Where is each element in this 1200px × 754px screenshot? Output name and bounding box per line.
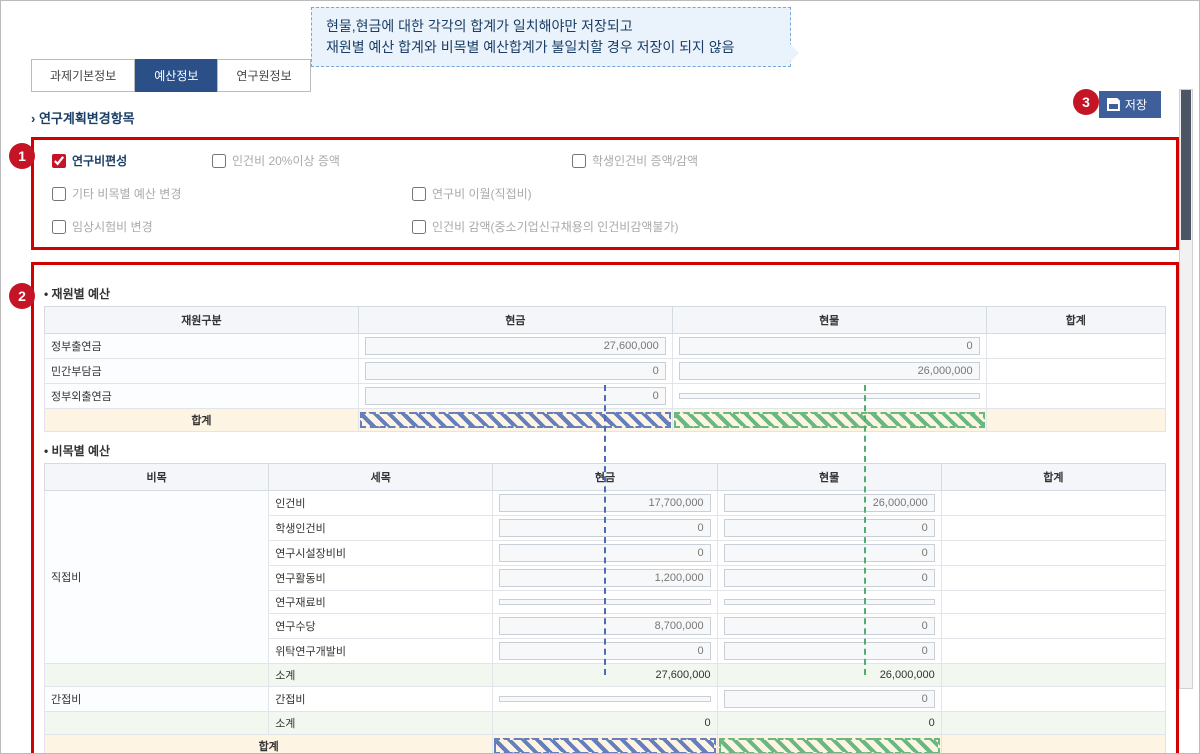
check-other-item-change[interactable]: 기타 비목별 예산 변경	[52, 185, 352, 202]
col-category: 비목	[45, 464, 269, 491]
callout-1: 1	[9, 143, 35, 169]
check-budget-org-input[interactable]	[52, 154, 66, 168]
table-row: 민간부담금 0 26,000,000	[45, 359, 1166, 384]
col-subitem: 세목	[269, 464, 493, 491]
check-labor-decrease[interactable]: 인건비 감액(중소기업신규채용의 인건비감액불가)	[412, 218, 812, 235]
subtotal-row: 소계 0 0	[45, 712, 1166, 735]
hatched-total-inkind	[674, 412, 985, 428]
annotation-line2: 재원별 예산 합계와 비목별 예산합계가 불일치할 경우 저장이 되지 않음	[326, 37, 776, 58]
source-budget-table: 재원구분 현금 현물 합계 정부출연금 27,600,000 0 민간부담금 0…	[44, 306, 1166, 432]
col-total: 합계	[941, 464, 1165, 491]
input-inkind[interactable]: 0	[724, 569, 935, 587]
input-inkind[interactable]: 0	[724, 690, 935, 708]
check-carryover[interactable]: 연구비 이월(직접비)	[412, 185, 712, 202]
connector-inkind-line	[864, 385, 866, 675]
input-cash[interactable]: 27,600,000	[365, 337, 666, 355]
check-labor-decrease-input[interactable]	[412, 220, 426, 234]
input-cash[interactable]: 0	[365, 387, 666, 405]
input-inkind[interactable]: 0	[679, 337, 980, 355]
section-title: 연구계획변경항목	[31, 108, 1179, 127]
hatched-total-inkind	[719, 738, 940, 754]
input-inkind[interactable]: 0	[724, 519, 935, 537]
col-inkind: 현물	[717, 464, 941, 491]
hatched-total-cash	[494, 738, 715, 754]
check-budget-org[interactable]: 연구비편성	[52, 152, 152, 169]
annotation-line1: 현물,현금에 대한 각각의 합계가 일치해야만 저장되고	[326, 16, 776, 37]
check-other-item-change-input[interactable]	[52, 187, 66, 201]
save-icon	[1107, 98, 1120, 111]
input-inkind[interactable]	[724, 599, 935, 605]
tab-researcher-info[interactable]: 연구원정보	[217, 59, 310, 92]
change-items-box: 연구비편성 인건비 20%이상 증액 학생인건비 증액/감액 기타 비목별 예산…	[31, 137, 1179, 250]
col-inkind: 현물	[672, 307, 986, 334]
input-inkind[interactable]: 0	[724, 544, 935, 562]
callout-3: 3	[1073, 89, 1099, 115]
input-inkind[interactable]	[679, 393, 980, 399]
app-window: 현물,현금에 대한 각각의 합계가 일치해야만 저장되고 재원별 예산 합계와 …	[0, 0, 1200, 754]
col-cash: 현금	[358, 307, 672, 334]
total-row: 합계	[45, 735, 1166, 754]
table-row: 간접비 간접비 0	[45, 687, 1166, 712]
source-budget-title: 재원별 예산	[44, 285, 1166, 302]
check-labor-increase[interactable]: 인건비 20%이상 증액	[212, 152, 512, 169]
scrollbar-thumb[interactable]	[1181, 90, 1191, 240]
annotation-note: 현물,현금에 대한 각각의 합계가 일치해야만 저장되고 재원별 예산 합계와 …	[311, 7, 791, 67]
check-student-labor-input[interactable]	[572, 154, 586, 168]
check-clinical-change[interactable]: 임상시험비 변경	[52, 218, 352, 235]
save-button[interactable]: 저장	[1099, 91, 1161, 118]
input-inkind[interactable]: 0	[724, 642, 935, 660]
scrollbar[interactable]	[1179, 89, 1193, 689]
check-clinical-change-input[interactable]	[52, 220, 66, 234]
budget-tables-box: 재원별 예산 재원구분 현금 현물 합계 정부출연금 27,600,000 0	[31, 262, 1179, 754]
hatched-total-cash	[360, 412, 671, 428]
input-cash[interactable]	[499, 696, 710, 702]
input-inkind[interactable]: 26,000,000	[724, 494, 935, 512]
tab-basic-info[interactable]: 과제기본정보	[31, 59, 135, 92]
callout-2: 2	[9, 283, 35, 309]
table-row: 정부출연금 27,600,000 0	[45, 334, 1166, 359]
col-total: 합계	[986, 307, 1165, 334]
save-label: 저장	[1125, 96, 1147, 113]
input-inkind[interactable]: 26,000,000	[679, 362, 980, 380]
input-cash[interactable]: 0	[365, 362, 666, 380]
check-student-labor[interactable]: 학생인건비 증액/감액	[572, 152, 872, 169]
input-inkind[interactable]: 0	[724, 617, 935, 635]
connector-cash-line	[604, 385, 606, 675]
check-labor-increase-input[interactable]	[212, 154, 226, 168]
tab-budget-info[interactable]: 예산정보	[135, 59, 217, 92]
check-carryover-input[interactable]	[412, 187, 426, 201]
col-source: 재원구분	[45, 307, 359, 334]
